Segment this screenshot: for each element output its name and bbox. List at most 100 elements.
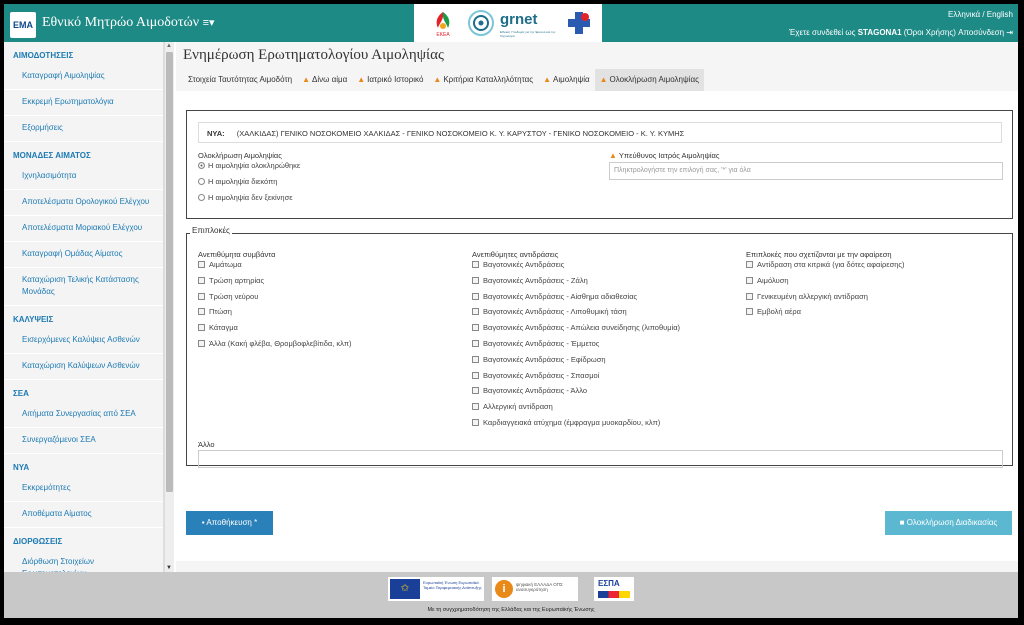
complication-checkbox[interactable]: Βαγοτονικές Αντιδράσεις - Ζάλη [472,276,588,285]
checkbox-box[interactable] [746,292,753,300]
checkbox-box[interactable] [472,371,479,379]
finish-process-button[interactable]: ■ Ολοκλήρωση Διαδικασίας [885,511,1012,535]
app-logo[interactable]: ΕΜΑ [10,12,36,38]
sidebar-item[interactable]: Αποτελέσματα Ορολογικού Ελέγχου [4,190,163,216]
checkbox-box[interactable] [198,292,205,300]
sidebar-item[interactable]: Καταγραφή Ομάδας Αίματος [4,242,163,268]
radio-dot[interactable] [198,178,205,185]
username: STAGONA1 [857,28,902,37]
radio-dot[interactable] [198,162,205,169]
logout-icon[interactable]: ⇥ [1006,28,1013,37]
checkbox-box[interactable] [198,340,205,347]
sidebar-item[interactable]: Αποθέματα Αίματος [4,502,163,528]
checkbox-box[interactable] [472,261,479,268]
checkbox-label: Τρώση νεύρου [209,291,259,301]
grnet-mark-icon [468,10,494,36]
tab-label: Κριτήρια Καταλληλότητας [443,75,534,84]
complication-checkbox[interactable]: Αλλεργική αντίδραση [472,402,553,411]
scroll-down-icon[interactable]: ▼ [166,565,172,571]
checkbox-box[interactable] [472,276,479,284]
checkbox-box[interactable] [472,308,479,316]
complication-checkbox[interactable]: Βαγοτονικές Αντιδράσεις - Λιποθυμική τάσ… [472,307,627,316]
complication-checkbox[interactable]: Βαγοτονικές Αντιδράσεις - Έμμετος [472,339,599,348]
checkbox-label: Βαγοτονικές Αντιδράσεις - Απώλεια συνείδ… [483,323,681,333]
menu-caret-icon[interactable]: ≡▾ [203,17,215,29]
checkbox-box[interactable] [472,387,479,395]
checkbox-box[interactable] [198,261,205,268]
checkbox-box[interactable] [198,308,205,316]
sidebar-item[interactable]: Διόρθωση Στοιχείων Ερωτηματολογίων [4,550,163,572]
complication-checkbox[interactable]: Αντίδραση στα κιτρικά (για δότες αφαίρεσ… [746,260,905,269]
tab[interactable]: Στοιχεία Ταυτότητας Αιμοδότη [183,69,298,91]
sidebar-item[interactable]: Εκκρεμή Ερωτηματολόγια [4,90,163,116]
tab[interactable]: ▲ Αιμοληψία [538,69,595,91]
tab[interactable]: ▲ Ολοκλήρωση Αιμοληψίας [594,69,704,91]
other-input[interactable] [198,450,1003,468]
sidebar-item[interactable]: Αποτελέσματα Μοριακού Ελέγχου [4,216,163,242]
radio-not-started[interactable]: Η αιμοληψία δεν ξεκίνησε [198,193,293,202]
terms-link[interactable]: (Όροι Χρήσης) [904,28,956,37]
checkbox-box[interactable] [472,324,479,332]
sidebar-item[interactable]: Εξορμήσεις [4,116,163,142]
checkbox-box[interactable] [472,419,479,426]
complication-checkbox[interactable]: Κάταγμα [198,323,238,332]
sidebar-item[interactable]: Καταγραφή Αιμοληψίας [4,64,163,90]
sidebar-item[interactable]: Καταχώριση Τελικής Κατάστασης Μονάδας [4,268,163,306]
sidebar-item[interactable]: Ιχνηλασιμότητα [4,164,163,190]
save-button[interactable]: ▪ Αποθήκευση * [186,511,273,535]
checkbox-box[interactable] [472,292,479,300]
complication-checkbox[interactable]: Καρδιαγγειακά ατύχημα (έμφραγμα μυοκαρδί… [472,418,660,427]
digital-greece-logo: i ψηφιακή ΕΛΛΑΔΑ ΟΠΣ ανασυγκρότηση [492,577,578,601]
sidebar-item[interactable]: Εισερχόμενες Καλύψεις Ασθενών [4,328,163,354]
complication-checkbox[interactable]: Βαγοτονικές Αντιδράσεις - Σπασμοί [472,371,599,380]
tab-label: Στοιχεία Ταυτότητας Αιμοδότη [188,75,293,84]
complication-checkbox[interactable]: Βαγοτονικές Αντιδράσεις [472,260,564,269]
complication-checkbox[interactable]: Άλλα (Κακή φλέβα, Θρομβοφλεβίτιδα, κλπ) [198,339,352,348]
finish-label: Ολοκλήρωση Διαδικασίας [906,518,998,527]
checkbox-box[interactable] [198,324,205,332]
app-title-text[interactable]: Εθνικό Μητρώο Αιμοδοτών [42,15,199,30]
complication-checkbox[interactable]: Εμβολή αέρα [746,307,801,316]
language-switch[interactable]: Ελληνικά / English [948,10,1013,19]
complication-checkbox[interactable]: Βαγοτονικές Αντιδράσεις - Απώλεια συνείδ… [472,323,680,332]
sidebar-scrollbar[interactable]: ▲ ▼ [164,42,174,572]
logout-link[interactable]: Αποσύνδεση [958,28,1004,37]
radio-dot[interactable] [198,194,205,201]
complication-checkbox[interactable]: Πτώση [198,307,232,316]
complication-checkbox[interactable]: Τρώση νεύρου [198,292,258,301]
checkbox-box[interactable] [472,355,479,363]
sidebar-item[interactable]: Συνεργαζόμενοι ΣΕΑ [4,428,163,454]
checkbox-label: Βαγοτονικές Αντιδράσεις - Άλλο [483,386,588,396]
ministry-cross-icon [568,12,590,34]
app-title[interactable]: Εθνικό Μητρώο Αιμοδοτών ≡▾ [42,15,215,31]
tab[interactable]: ▲ Ιατρικό Ιστορικό [352,69,429,91]
complication-checkbox[interactable]: Βαγοτονικές Αντιδράσεις - Άλλο [472,386,587,395]
complication-checkbox[interactable]: Αιμάτωμα [198,260,242,269]
eu-logo: ✩ Ευρωπαϊκή Ένωση Ευρωπαϊκό Ταμείο Περιφ… [388,577,484,601]
checkbox-box[interactable] [198,276,205,284]
radio-completed[interactable]: Η αιμοληψία ολοκληρώθηκε [198,161,300,170]
scroll-up-icon[interactable]: ▲ [166,43,172,49]
checkbox-box[interactable] [472,340,479,347]
tab[interactable]: ▲ Κριτήρια Καταλληλότητας [428,69,539,91]
checkbox-box[interactable] [746,308,753,316]
sidebar-item[interactable]: Καταχώριση Καλύψεων Ασθενών [4,354,163,380]
checkbox-box[interactable] [472,403,479,411]
checkbox-box[interactable] [746,261,753,268]
complication-checkbox[interactable]: Βαγοτονικές Αντιδράσεις - Εφίδρωση [472,355,606,364]
checkbox-label: Κάταγμα [209,323,238,333]
sidebar-section-title: ΜΟΝΑΔΕΣ ΑΙΜΑΤΟΣ [13,151,91,160]
warning-icon: ▲ [433,75,442,84]
checkbox-box[interactable] [746,276,753,284]
doctor-input[interactable]: Πληκτρολογήστε την επιλογή σας, '*' για … [609,162,1003,180]
complication-checkbox[interactable]: Τρώση αρτηρίας [198,276,264,285]
complication-checkbox[interactable]: Βαγοτονικές Αντιδράσεις - Αίσθημα αδιαθε… [472,292,637,301]
radio-interrupted[interactable]: Η αιμοληψία διεκόπη [198,177,277,186]
sidebar-item[interactable]: Αιτήματα Συνεργασίας από ΣΕΑ [4,402,163,428]
complication-checkbox[interactable]: Αιμόλυση [746,276,789,285]
complication-checkbox[interactable]: Γενικευμένη αλλεργική αντίδραση [746,292,868,301]
tab[interactable]: ▲ Δίνω αίμα [297,69,353,91]
sidebar-item[interactable]: Εκκρεμότητες [4,476,163,502]
checkbox-label: Βαγοτονικές Αντιδράσεις [483,260,565,269]
scrollbar-thumb[interactable] [166,52,173,492]
